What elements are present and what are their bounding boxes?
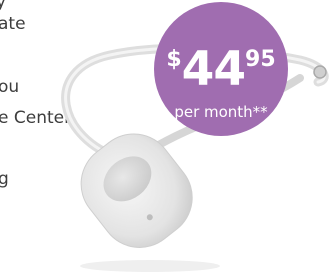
price-currency: $ xyxy=(166,47,182,72)
price-period: per month** xyxy=(174,103,268,121)
price: $4495 xyxy=(154,46,288,93)
price-cents: 95 xyxy=(245,47,276,72)
price-badge: $4495 per month** xyxy=(154,2,288,136)
price-dollars: 44 xyxy=(181,42,246,97)
